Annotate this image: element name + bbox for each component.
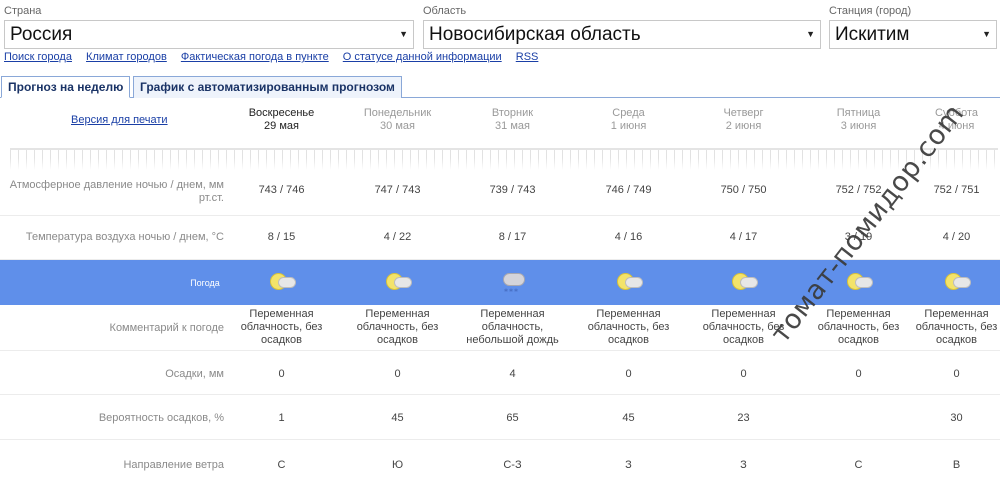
chevron-down-icon: ▼ bbox=[806, 29, 815, 39]
wind-cell: Ю bbox=[391, 459, 404, 471]
day-date: 1 июня bbox=[610, 120, 647, 132]
pressure-cell: 739 / 743 bbox=[489, 184, 536, 196]
chevron-down-icon: ▼ bbox=[982, 29, 991, 39]
temp-cell: 4 / 17 bbox=[729, 231, 758, 243]
comment-cell: Переменная облачность, без осадков bbox=[240, 308, 323, 346]
day-name: Четверг bbox=[723, 107, 764, 119]
wind-cell: С-З bbox=[503, 459, 522, 471]
wind-cell: З bbox=[740, 459, 747, 471]
sun-cloud-icon bbox=[730, 269, 760, 295]
label-pressure: Атмосферное давление ночью / днем, мм рт… bbox=[9, 179, 224, 204]
pressure-cell: 747 / 743 bbox=[374, 184, 421, 196]
region-select[interactable]: Новосибирская область ▼ bbox=[423, 20, 821, 49]
label-wind-direction: Направление ветра bbox=[123, 459, 224, 471]
country-value: Россия bbox=[10, 24, 73, 45]
country-label: Страна bbox=[4, 5, 42, 17]
precip-cell: 0 bbox=[394, 368, 401, 380]
chevron-down-icon: ▼ bbox=[399, 29, 408, 39]
label-precip-probability: Вероятность осадков, % bbox=[98, 412, 224, 424]
row-comment: Комментарий к погоде Переменная облачнос… bbox=[0, 305, 1000, 351]
day-date: 31 мая bbox=[495, 120, 530, 132]
row-wind-direction: Направление ветра С Ю С-З З З С В bbox=[0, 440, 1000, 483]
day-header: Среда 1 июня bbox=[571, 107, 686, 133]
temp-cell: 4 / 20 bbox=[942, 231, 971, 243]
link-actual-weather[interactable]: Фактическая погода в пункте bbox=[181, 51, 329, 63]
region-value: Новосибирская область bbox=[429, 24, 641, 45]
precip-cell: 4 bbox=[509, 368, 516, 380]
wind-cell: З bbox=[625, 459, 632, 471]
wind-cell: С bbox=[277, 459, 286, 471]
day-name: Понедельник bbox=[363, 107, 432, 119]
sun-cloud-icon bbox=[615, 269, 645, 295]
link-info-status[interactable]: О статусе данной информации bbox=[343, 51, 502, 63]
station-selector: Станция (город) Искитим ▼ bbox=[829, 4, 997, 49]
precip-cell: 0 bbox=[278, 368, 285, 380]
link-city-climate[interactable]: Климат городов bbox=[86, 51, 167, 63]
comment-cell: Переменная облачность, без осадков bbox=[587, 308, 670, 346]
country-select[interactable]: Россия ▼ bbox=[4, 20, 414, 49]
wind-cell: В bbox=[952, 459, 961, 471]
day-date: 29 мая bbox=[264, 120, 299, 132]
day-header: Понедельник 30 мая bbox=[340, 107, 455, 133]
sun-cloud-icon bbox=[845, 269, 875, 295]
pressure-cell: 750 / 750 bbox=[720, 184, 767, 196]
ruler-fade bbox=[10, 158, 998, 170]
temp-cell: 8 / 15 bbox=[267, 231, 296, 243]
tab-weekly-forecast[interactable]: Прогноз на неделю bbox=[1, 76, 131, 98]
label-comment: Комментарий к погоде bbox=[109, 322, 224, 334]
prob-cell: 30 bbox=[950, 412, 963, 424]
link-rss[interactable]: RSS bbox=[516, 51, 539, 63]
rain-cloud-icon: ⁎⁎⁎ bbox=[499, 268, 529, 294]
day-date: 2 июня bbox=[725, 120, 762, 132]
day-date: 30 мая bbox=[380, 120, 415, 132]
station-value: Искитим bbox=[835, 24, 910, 45]
country-selector: Страна Россия ▼ bbox=[4, 4, 414, 49]
temp-cell: 4 / 16 bbox=[614, 231, 643, 243]
row-precip-probability: Вероятность осадков, % 1 45 65 45 23 30 bbox=[0, 395, 1000, 440]
precip-cell: 0 bbox=[953, 368, 960, 380]
sun-cloud-icon bbox=[268, 269, 298, 295]
row-precipitation: Осадки, мм 0040000 bbox=[0, 351, 1000, 395]
prob-cell: 45 bbox=[622, 412, 635, 424]
precip-cell: 0 bbox=[740, 368, 747, 380]
precip-cell: 0 bbox=[625, 368, 632, 380]
comment-cell: Переменная облачность, небольшой дождь bbox=[466, 308, 559, 346]
prob-cell: 45 bbox=[391, 412, 404, 424]
pressure-cell: 746 / 749 bbox=[605, 184, 652, 196]
day-header: Вторник 31 мая bbox=[455, 107, 570, 133]
day-name: Среда bbox=[612, 107, 645, 119]
temp-cell: 8 / 17 bbox=[498, 231, 527, 243]
sun-cloud-icon bbox=[384, 269, 414, 295]
label-precipitation: Осадки, мм bbox=[165, 368, 224, 380]
region-selector: Область Новосибирская область ▼ bbox=[423, 4, 821, 49]
comment-cell: Переменная облачность, без осадков bbox=[915, 308, 998, 346]
row-pressure: Атмосферное давление ночью / днем, мм рт… bbox=[0, 170, 1000, 216]
pressure-cell: 743 / 746 bbox=[258, 184, 305, 196]
region-label: Область bbox=[423, 5, 467, 17]
tab-auto-forecast-chart[interactable]: График с автоматизированным прогнозом bbox=[133, 76, 402, 98]
prob-cell: 1 bbox=[278, 412, 285, 424]
prob-cell: 65 bbox=[506, 412, 519, 424]
day-name: Вторник bbox=[491, 107, 534, 119]
link-city-search[interactable]: Поиск города bbox=[4, 51, 72, 63]
sun-cloud-icon bbox=[943, 269, 973, 295]
nav-links: Поиск города Климат городов Фактическая … bbox=[4, 51, 549, 63]
day-name: Воскресенье bbox=[248, 107, 315, 119]
temp-cell: 4 / 22 bbox=[383, 231, 412, 243]
comment-cell: Переменная облачность, без осадков bbox=[356, 308, 439, 346]
day-header: Воскресенье 29 мая bbox=[224, 107, 339, 133]
station-select[interactable]: Искитим ▼ bbox=[829, 20, 997, 49]
label-temperature: Температура воздуха ночью / днем, °С bbox=[25, 231, 224, 243]
label-weather: Погода bbox=[190, 278, 220, 288]
print-version-link[interactable]: Версия для печати bbox=[71, 114, 168, 126]
day-header: Четверг 2 июня bbox=[686, 107, 801, 133]
station-label: Станция (город) bbox=[829, 5, 912, 17]
prob-cell: 23 bbox=[737, 412, 750, 424]
